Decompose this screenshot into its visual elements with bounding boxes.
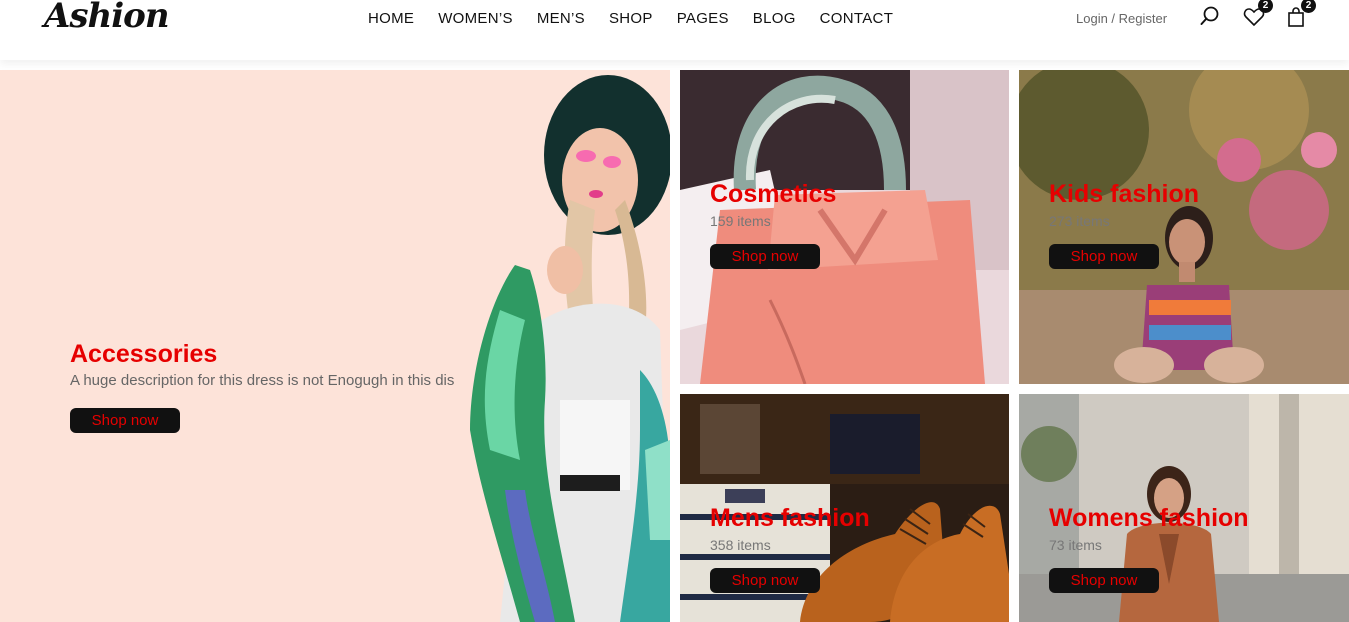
category-title: Kids fashion (1049, 180, 1200, 208)
nav-blog[interactable]: BLOG (753, 10, 796, 27)
shop-now-button[interactable]: Shop now (1049, 244, 1159, 269)
item-count: 273 items (1049, 213, 1110, 229)
item-count: 73 items (1049, 537, 1102, 553)
register-link[interactable]: Register (1119, 11, 1167, 26)
site-header: Ashion HOME WOMEN’S MEN’S SHOP PAGES BLO… (0, 0, 1349, 60)
category-title: Mens fashion (710, 504, 870, 532)
cart-badge: 2 (1301, 0, 1316, 13)
item-count: 358 items (710, 537, 771, 553)
search-icon[interactable] (1200, 6, 1222, 28)
nav-shop[interactable]: SHOP (609, 10, 653, 27)
shop-now-button[interactable]: Shop now (710, 568, 820, 593)
nav-pages[interactable]: PAGES (677, 10, 729, 27)
nav-mens[interactable]: MEN’S (537, 10, 585, 27)
logo[interactable]: Ashion (44, 0, 170, 36)
category-womens: Womens fashion 73 items Shop now (1019, 394, 1349, 622)
category-accessories: Accessories A huge description for this … (0, 70, 670, 622)
category-title: Cosmetics (710, 180, 837, 208)
auth-separator: / (1107, 11, 1119, 26)
wishlist-badge: 2 (1258, 0, 1273, 13)
shop-now-button[interactable]: Shop now (1049, 568, 1159, 593)
shop-now-button[interactable]: Shop now (70, 408, 180, 433)
nav-contact[interactable]: CONTACT (820, 10, 893, 27)
wishlist-button[interactable]: 2 (1243, 0, 1273, 28)
category-title: Womens fashion (1049, 504, 1249, 532)
category-kids: Kids fashion 273 items Shop now (1019, 70, 1349, 384)
category-cosmetics: Cosmetics 159 items Shop now (680, 70, 1009, 384)
auth-links: Login / Register (1076, 11, 1167, 26)
main-nav: HOME WOMEN’S MEN’S SHOP PAGES BLOG CONTA… (368, 10, 917, 27)
nav-home[interactable]: HOME (368, 10, 414, 27)
cart-button[interactable]: 2 (1286, 0, 1316, 28)
shop-now-button[interactable]: Shop now (710, 244, 820, 269)
category-description: A huge description for this dress is not… (70, 372, 455, 389)
login-link[interactable]: Login (1076, 11, 1108, 26)
category-mens: Mens fashion 358 items Shop now (680, 394, 1009, 622)
item-count: 159 items (710, 213, 771, 229)
nav-womens[interactable]: WOMEN’S (438, 10, 513, 27)
category-title: Accessories (70, 340, 218, 368)
